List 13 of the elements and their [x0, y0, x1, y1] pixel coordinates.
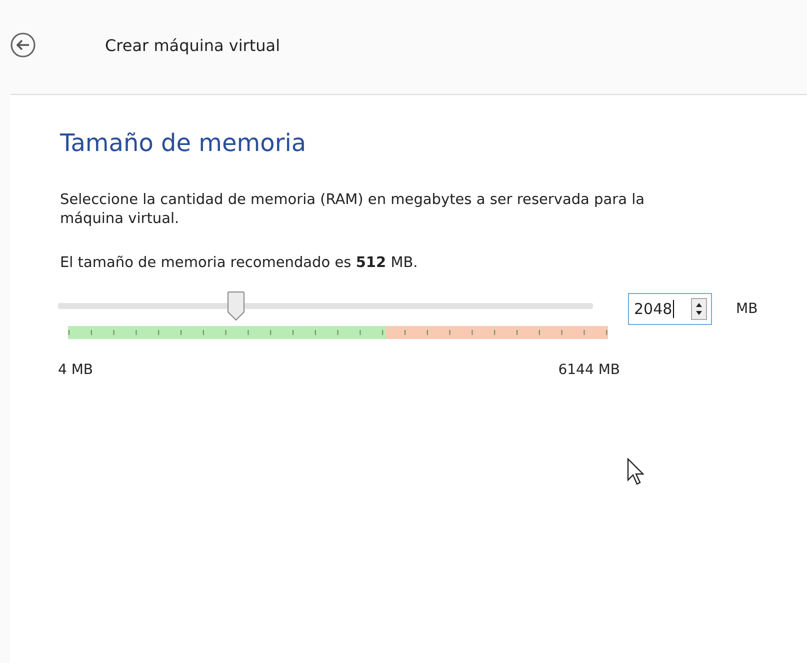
recommendation-text: El tamaño de memoria recomendado es 512 MB.: [60, 255, 419, 271]
window-title: Crear máquina virtual: [105, 36, 280, 54]
max-label: 6144 MB: [558, 362, 620, 378]
slider-thumb[interactable]: [227, 291, 246, 321]
memory-slider[interactable]: [58, 291, 593, 321]
min-label: 4 MB: [58, 362, 94, 378]
description-text: Seleccione la cantidad de memoria (RAM) en megabytes a ser reservada para la máquina virtual.: [60, 191, 646, 229]
spin-arrows-icon[interactable]: [691, 298, 707, 320]
memory-spinbox[interactable]: 2048: [628, 293, 712, 325]
cursor-icon: [627, 458, 645, 486]
section-heading: Tamaño de memoria: [60, 129, 308, 157]
back-icon[interactable]: [10, 32, 36, 58]
unit-label: MB: [736, 301, 758, 317]
